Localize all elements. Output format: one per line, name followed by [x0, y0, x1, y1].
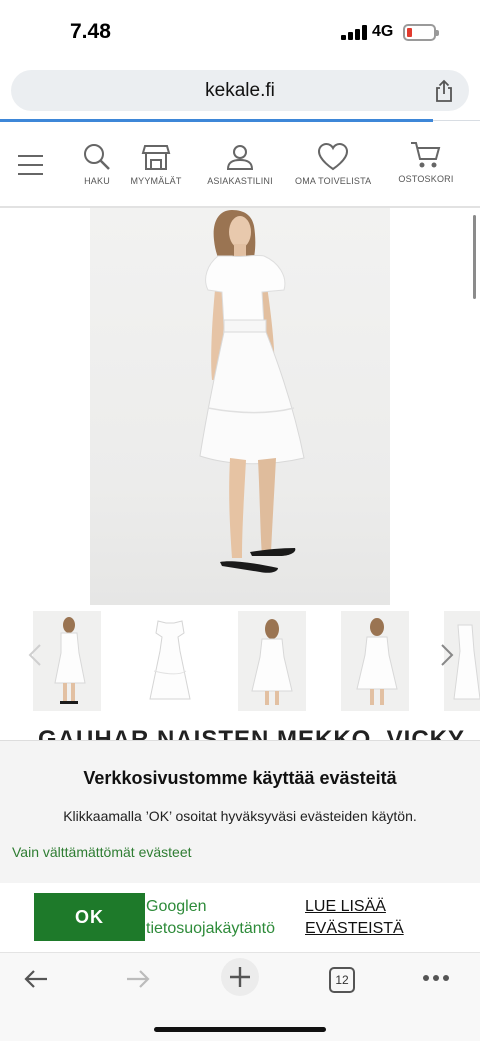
google-privacy-line2[interactable]: tietosuojakäytäntö: [146, 920, 275, 937]
cookie-actions: OK Googlen tietosuojakäytäntö LUE LISÄÄ …: [0, 883, 480, 952]
search-icon: [84, 144, 110, 170]
nav-wishlist-label: OMA TOIVELISTA: [295, 176, 372, 186]
page-load-track: [433, 120, 480, 121]
read-more-line2[interactable]: EVÄSTEISTÄ: [305, 920, 404, 937]
essential-cookies-link[interactable]: Vain välttämättömät evästeet: [12, 844, 192, 860]
nav-search-label: HAKU: [84, 176, 110, 186]
google-privacy-line1[interactable]: Googlen: [146, 898, 207, 915]
address-bar[interactable]: kekale.fi: [11, 70, 469, 111]
read-more-cookies-link[interactable]: LUE LISÄÄ EVÄSTEISTÄ: [305, 896, 425, 940]
url-text[interactable]: kekale.fi: [11, 80, 469, 102]
more-options-icon[interactable]: [422, 973, 450, 983]
status-time: 7.48: [70, 20, 111, 43]
share-icon[interactable]: [433, 79, 455, 103]
chevron-left-icon[interactable]: [24, 639, 46, 671]
chevron-right-icon[interactable]: [436, 639, 458, 671]
thumbnail-3[interactable]: [238, 611, 306, 711]
cookie-banner: Verkkosivustomme käyttää evästeitä Klikk…: [0, 740, 480, 883]
nav-cart-label: OSTOSKORI: [398, 174, 454, 184]
back-arrow-icon[interactable]: [22, 965, 50, 993]
nav-cart[interactable]: OSTOSKORI: [398, 140, 454, 184]
model-photo: [199, 210, 305, 573]
nav-account-label: ASIAKASTILINI: [207, 176, 273, 186]
user-icon: [226, 145, 254, 170]
heart-icon: [317, 142, 349, 171]
signal-icon: [341, 25, 367, 40]
thumbnail-2[interactable]: [136, 611, 204, 711]
google-privacy-link[interactable]: Googlen tietosuojakäytäntö: [146, 896, 296, 940]
product-main-image[interactable]: [90, 208, 390, 605]
product-title: GAUHAR NAISTEN MEKKO, VICKY: [38, 726, 466, 740]
menu-icon[interactable]: [18, 155, 43, 175]
nav-wishlist[interactable]: OMA TOIVELISTA: [295, 142, 371, 186]
ok-button[interactable]: OK: [34, 893, 145, 941]
home-indicator: [154, 1027, 326, 1032]
forward-arrow-icon[interactable]: [124, 965, 152, 993]
page-scrollbar[interactable]: [473, 215, 476, 299]
status-bar: 7.48 4G: [0, 0, 480, 64]
store-icon: [141, 145, 171, 170]
read-more-line1[interactable]: LUE LISÄÄ: [305, 898, 386, 915]
cart-icon: [411, 142, 441, 168]
new-tab-plus-icon[interactable]: [220, 957, 260, 997]
nav-stores[interactable]: MYYMÄLÄT: [128, 142, 184, 186]
tab-count-button[interactable]: 12: [329, 967, 355, 993]
cookie-text: Klikkaamalla ’OK’ osoitat hyväksyväsi ev…: [63, 808, 417, 824]
nav-account[interactable]: ASIAKASTILINI: [206, 142, 274, 186]
thumbnail-carousel: [0, 609, 480, 713]
site-header: HAKU MYYMÄLÄT ASIAKASTILINI OMA TOIVELIS…: [0, 122, 480, 208]
nav-search[interactable]: HAKU: [80, 142, 114, 186]
nav-stores-label: MYYMÄLÄT: [130, 176, 182, 186]
cookie-title: Verkkosivustomme käyttää evästeitä: [83, 768, 397, 788]
thumbnail-4[interactable]: [341, 611, 409, 711]
battery-icon: [403, 24, 439, 41]
browser-toolbar: 12: [0, 952, 480, 1041]
network-type: 4G: [372, 23, 394, 40]
